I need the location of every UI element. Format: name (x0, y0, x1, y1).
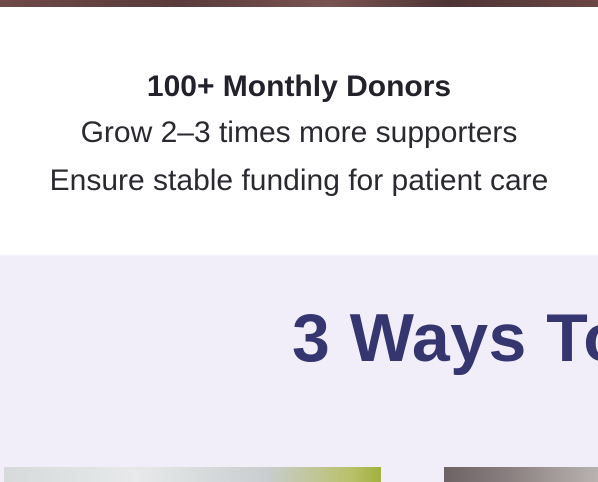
stats-heading: 100+ Monthly Donors (146, 70, 452, 103)
donor-stats-section: 100+ Monthly Donors Grow 2–3 times more … (0, 7, 598, 255)
ways-section-title: 3 Ways To (292, 300, 598, 376)
stats-line-supporters: Grow 2–3 times more supporters (80, 116, 518, 149)
stats-line-funding: Ensure stable funding for patient care (49, 164, 549, 197)
way-card-image (4, 467, 381, 482)
hero-photo-bottom-edge (0, 0, 598, 7)
ways-section: 3 Ways To (0, 255, 598, 482)
way-card-image (444, 467, 598, 482)
